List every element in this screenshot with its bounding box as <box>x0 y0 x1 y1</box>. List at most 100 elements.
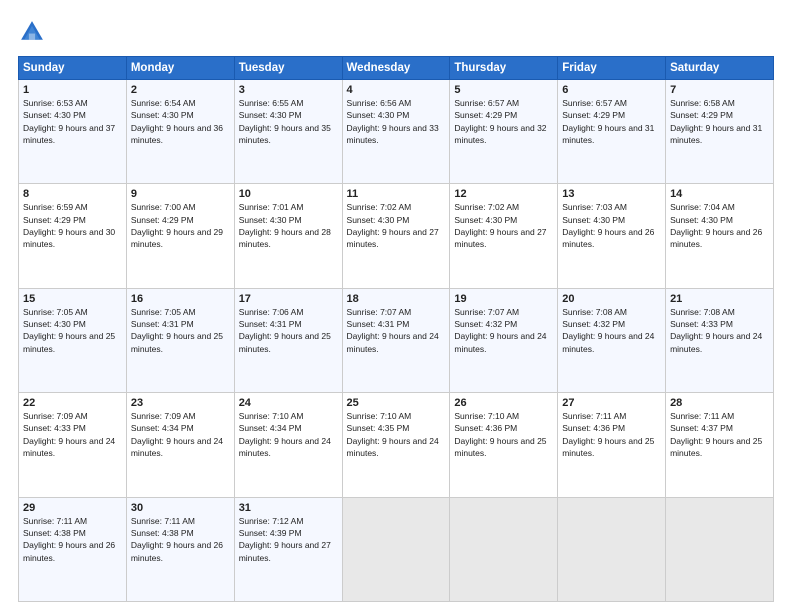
day-number: 5 <box>454 84 553 96</box>
day-number: 28 <box>670 397 769 409</box>
day-number: 14 <box>670 188 769 200</box>
day-info: Sunrise: 6:58 AMSunset: 4:29 PMDaylight:… <box>670 97 769 146</box>
day-info: Sunrise: 7:05 AMSunset: 4:31 PMDaylight:… <box>131 306 230 355</box>
calendar-cell <box>558 497 666 601</box>
calendar-cell: 23 Sunrise: 7:09 AMSunset: 4:34 PMDaylig… <box>126 393 234 497</box>
day-info: Sunrise: 6:56 AMSunset: 4:30 PMDaylight:… <box>347 97 446 146</box>
day-info: Sunrise: 7:09 AMSunset: 4:33 PMDaylight:… <box>23 410 122 459</box>
day-info: Sunrise: 7:11 AMSunset: 4:36 PMDaylight:… <box>562 410 661 459</box>
day-number: 18 <box>347 293 446 305</box>
calendar-cell: 5 Sunrise: 6:57 AMSunset: 4:29 PMDayligh… <box>450 80 558 184</box>
day-info: Sunrise: 7:11 AMSunset: 4:37 PMDaylight:… <box>670 410 769 459</box>
day-number: 30 <box>131 502 230 514</box>
day-number: 8 <box>23 188 122 200</box>
calendar-cell: 27 Sunrise: 7:11 AMSunset: 4:36 PMDaylig… <box>558 393 666 497</box>
calendar-cell: 29 Sunrise: 7:11 AMSunset: 4:38 PMDaylig… <box>19 497 127 601</box>
weekday-header-monday: Monday <box>126 57 234 80</box>
day-number: 15 <box>23 293 122 305</box>
day-info: Sunrise: 7:07 AMSunset: 4:32 PMDaylight:… <box>454 306 553 355</box>
weekday-header-friday: Friday <box>558 57 666 80</box>
calendar-cell <box>450 497 558 601</box>
day-info: Sunrise: 7:09 AMSunset: 4:34 PMDaylight:… <box>131 410 230 459</box>
logo-icon <box>18 18 46 46</box>
page: SundayMondayTuesdayWednesdayThursdayFrid… <box>0 0 792 612</box>
day-number: 31 <box>239 502 338 514</box>
day-info: Sunrise: 7:01 AMSunset: 4:30 PMDaylight:… <box>239 201 338 250</box>
day-info: Sunrise: 7:00 AMSunset: 4:29 PMDaylight:… <box>131 201 230 250</box>
calendar-cell: 11 Sunrise: 7:02 AMSunset: 4:30 PMDaylig… <box>342 184 450 288</box>
day-number: 20 <box>562 293 661 305</box>
day-number: 10 <box>239 188 338 200</box>
day-number: 3 <box>239 84 338 96</box>
day-info: Sunrise: 7:11 AMSunset: 4:38 PMDaylight:… <box>23 515 122 564</box>
day-info: Sunrise: 7:02 AMSunset: 4:30 PMDaylight:… <box>347 201 446 250</box>
day-number: 7 <box>670 84 769 96</box>
day-info: Sunrise: 7:02 AMSunset: 4:30 PMDaylight:… <box>454 201 553 250</box>
calendar-week-4: 22 Sunrise: 7:09 AMSunset: 4:33 PMDaylig… <box>19 393 774 497</box>
calendar-cell: 7 Sunrise: 6:58 AMSunset: 4:29 PMDayligh… <box>666 80 774 184</box>
day-info: Sunrise: 7:06 AMSunset: 4:31 PMDaylight:… <box>239 306 338 355</box>
day-number: 26 <box>454 397 553 409</box>
calendar-week-2: 8 Sunrise: 6:59 AMSunset: 4:29 PMDayligh… <box>19 184 774 288</box>
day-number: 16 <box>131 293 230 305</box>
day-info: Sunrise: 7:07 AMSunset: 4:31 PMDaylight:… <box>347 306 446 355</box>
calendar-cell: 3 Sunrise: 6:55 AMSunset: 4:30 PMDayligh… <box>234 80 342 184</box>
calendar-cell: 6 Sunrise: 6:57 AMSunset: 4:29 PMDayligh… <box>558 80 666 184</box>
day-info: Sunrise: 7:10 AMSunset: 4:35 PMDaylight:… <box>347 410 446 459</box>
calendar-cell: 13 Sunrise: 7:03 AMSunset: 4:30 PMDaylig… <box>558 184 666 288</box>
calendar-cell: 16 Sunrise: 7:05 AMSunset: 4:31 PMDaylig… <box>126 288 234 392</box>
calendar-cell: 14 Sunrise: 7:04 AMSunset: 4:30 PMDaylig… <box>666 184 774 288</box>
day-number: 27 <box>562 397 661 409</box>
day-info: Sunrise: 7:08 AMSunset: 4:33 PMDaylight:… <box>670 306 769 355</box>
logo <box>18 18 50 46</box>
calendar-cell: 18 Sunrise: 7:07 AMSunset: 4:31 PMDaylig… <box>342 288 450 392</box>
day-info: Sunrise: 7:04 AMSunset: 4:30 PMDaylight:… <box>670 201 769 250</box>
day-info: Sunrise: 6:53 AMSunset: 4:30 PMDaylight:… <box>23 97 122 146</box>
day-info: Sunrise: 7:05 AMSunset: 4:30 PMDaylight:… <box>23 306 122 355</box>
day-number: 24 <box>239 397 338 409</box>
day-info: Sunrise: 7:12 AMSunset: 4:39 PMDaylight:… <box>239 515 338 564</box>
calendar-cell: 4 Sunrise: 6:56 AMSunset: 4:30 PMDayligh… <box>342 80 450 184</box>
calendar-cell: 17 Sunrise: 7:06 AMSunset: 4:31 PMDaylig… <box>234 288 342 392</box>
day-info: Sunrise: 7:03 AMSunset: 4:30 PMDaylight:… <box>562 201 661 250</box>
calendar-cell: 15 Sunrise: 7:05 AMSunset: 4:30 PMDaylig… <box>19 288 127 392</box>
calendar-cell: 2 Sunrise: 6:54 AMSunset: 4:30 PMDayligh… <box>126 80 234 184</box>
day-info: Sunrise: 6:55 AMSunset: 4:30 PMDaylight:… <box>239 97 338 146</box>
day-info: Sunrise: 6:57 AMSunset: 4:29 PMDaylight:… <box>454 97 553 146</box>
weekday-header-tuesday: Tuesday <box>234 57 342 80</box>
calendar-cell <box>342 497 450 601</box>
calendar-table: SundayMondayTuesdayWednesdayThursdayFrid… <box>18 56 774 602</box>
day-info: Sunrise: 7:10 AMSunset: 4:36 PMDaylight:… <box>454 410 553 459</box>
day-number: 2 <box>131 84 230 96</box>
weekday-header-thursday: Thursday <box>450 57 558 80</box>
day-number: 19 <box>454 293 553 305</box>
calendar-cell: 26 Sunrise: 7:10 AMSunset: 4:36 PMDaylig… <box>450 393 558 497</box>
calendar-cell: 12 Sunrise: 7:02 AMSunset: 4:30 PMDaylig… <box>450 184 558 288</box>
day-info: Sunrise: 6:59 AMSunset: 4:29 PMDaylight:… <box>23 201 122 250</box>
calendar-cell <box>666 497 774 601</box>
calendar-cell: 20 Sunrise: 7:08 AMSunset: 4:32 PMDaylig… <box>558 288 666 392</box>
day-number: 12 <box>454 188 553 200</box>
calendar-cell: 1 Sunrise: 6:53 AMSunset: 4:30 PMDayligh… <box>19 80 127 184</box>
day-number: 11 <box>347 188 446 200</box>
calendar-week-3: 15 Sunrise: 7:05 AMSunset: 4:30 PMDaylig… <box>19 288 774 392</box>
day-number: 21 <box>670 293 769 305</box>
weekday-header-sunday: Sunday <box>19 57 127 80</box>
calendar-week-1: 1 Sunrise: 6:53 AMSunset: 4:30 PMDayligh… <box>19 80 774 184</box>
calendar-cell: 22 Sunrise: 7:09 AMSunset: 4:33 PMDaylig… <box>19 393 127 497</box>
day-number: 4 <box>347 84 446 96</box>
calendar-cell: 9 Sunrise: 7:00 AMSunset: 4:29 PMDayligh… <box>126 184 234 288</box>
calendar-cell: 25 Sunrise: 7:10 AMSunset: 4:35 PMDaylig… <box>342 393 450 497</box>
day-number: 6 <box>562 84 661 96</box>
day-number: 1 <box>23 84 122 96</box>
day-info: Sunrise: 7:10 AMSunset: 4:34 PMDaylight:… <box>239 410 338 459</box>
day-number: 23 <box>131 397 230 409</box>
calendar-header-row: SundayMondayTuesdayWednesdayThursdayFrid… <box>19 57 774 80</box>
day-info: Sunrise: 6:54 AMSunset: 4:30 PMDaylight:… <box>131 97 230 146</box>
day-info: Sunrise: 7:11 AMSunset: 4:38 PMDaylight:… <box>131 515 230 564</box>
calendar-cell: 30 Sunrise: 7:11 AMSunset: 4:38 PMDaylig… <box>126 497 234 601</box>
calendar-cell: 28 Sunrise: 7:11 AMSunset: 4:37 PMDaylig… <box>666 393 774 497</box>
day-number: 17 <box>239 293 338 305</box>
weekday-header-wednesday: Wednesday <box>342 57 450 80</box>
day-number: 9 <box>131 188 230 200</box>
